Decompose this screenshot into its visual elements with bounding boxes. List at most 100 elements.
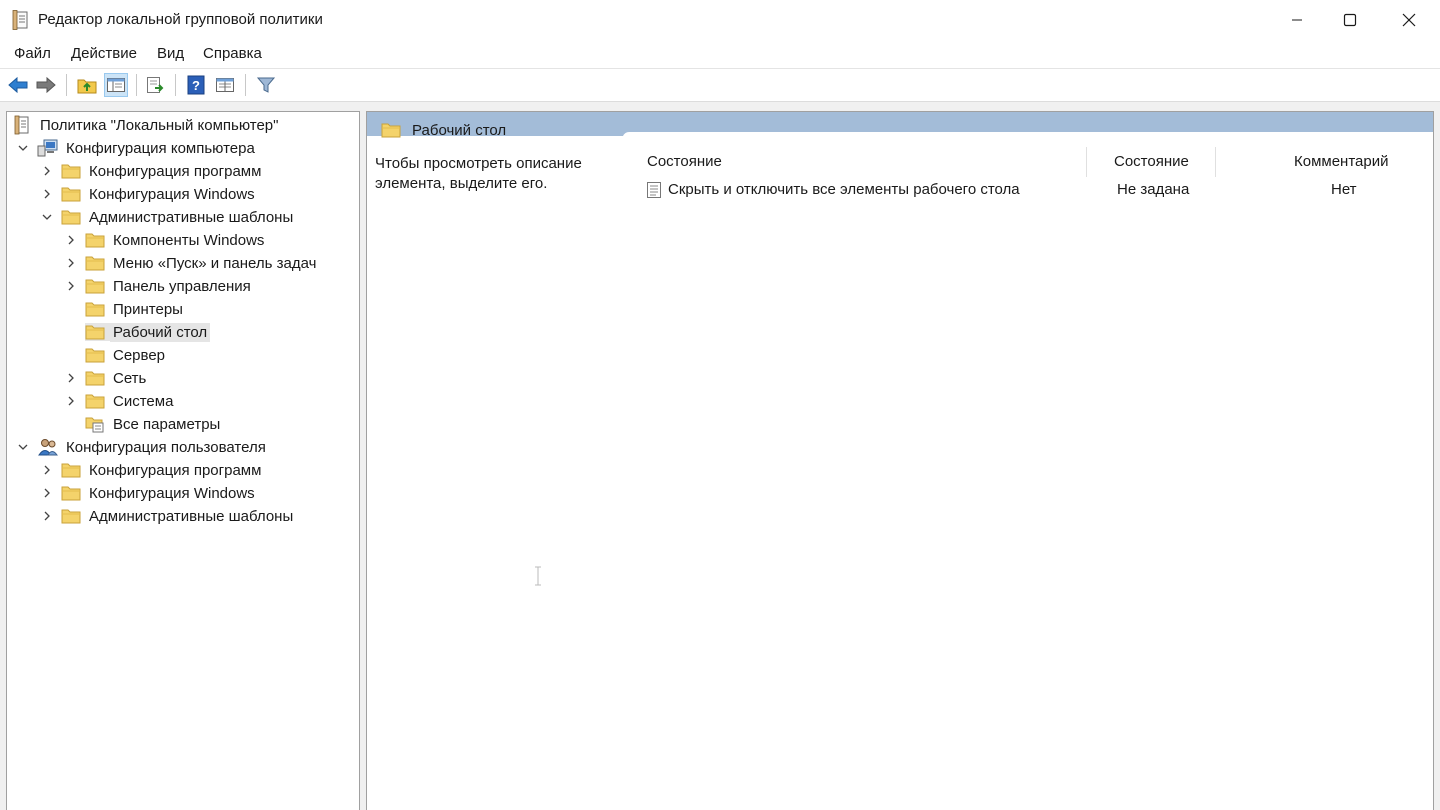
tree-label: Система	[113, 392, 174, 410]
column-header-setting[interactable]: Состояние	[647, 153, 722, 170]
tree-item-computer-windows[interactable]: Конфигурация Windows	[37, 183, 258, 205]
close-icon	[1402, 13, 1416, 27]
tree-label: Рабочий стол	[110, 322, 211, 342]
setting-name: Скрыть и отключить все элементы рабочего…	[668, 181, 1020, 198]
folder-icon	[61, 486, 81, 501]
tree-item-user-config[interactable]: Конфигурация пользователя	[13, 436, 269, 458]
tree-label: Все параметры	[113, 415, 221, 433]
help-button[interactable]: ?	[184, 73, 208, 97]
title-bar: Редактор локальной групповой политики	[0, 0, 1440, 40]
tree-label: Конфигурация программ	[89, 461, 262, 479]
policy-document-icon	[14, 115, 29, 135]
folder-icon	[85, 348, 105, 363]
tree-item-root[interactable]: Политика "Локальный компьютер"	[13, 114, 281, 136]
tree-item-start-menu-taskbar[interactable]: Меню «Пуск» и панель задач	[61, 252, 319, 274]
back-button[interactable]	[6, 73, 30, 97]
tree-label: Административные шаблоны	[89, 507, 294, 525]
forward-icon	[36, 76, 56, 94]
minimize-icon	[1292, 19, 1302, 21]
tree-item-user-admin-templates[interactable]: Административные шаблоны	[37, 505, 296, 527]
menu-action[interactable]: Действие	[71, 45, 137, 62]
all-settings-icon	[85, 417, 104, 433]
svg-text:?: ?	[192, 78, 200, 93]
maximize-button[interactable]	[1321, 0, 1379, 40]
tree-label: Административные шаблоны	[89, 208, 294, 226]
toolbar: ?	[0, 69, 1440, 102]
minimize-button[interactable]	[1268, 0, 1326, 40]
menu-help[interactable]: Справка	[203, 45, 262, 62]
chevron-right-icon[interactable]	[41, 464, 53, 476]
chevron-right-icon[interactable]	[65, 395, 77, 407]
computer-icon	[37, 139, 58, 157]
menu-view[interactable]: Вид	[157, 45, 184, 62]
up-folder-button[interactable]	[75, 73, 99, 97]
folder-icon	[381, 123, 401, 138]
filter-button[interactable]	[254, 73, 278, 97]
tree-label: Компоненты Windows	[113, 231, 265, 249]
tree-item-computer-software[interactable]: Конфигурация программ	[37, 160, 264, 182]
tree-item-computer-config[interactable]: Конфигурация компьютера	[13, 137, 258, 159]
properties-icon	[216, 78, 234, 92]
chevron-right-icon[interactable]	[41, 510, 53, 522]
tree-item-server[interactable]: Сервер	[61, 344, 168, 366]
tree-label: Политика "Локальный компьютер"	[40, 116, 279, 134]
tree-label: Панель управления	[113, 277, 251, 295]
tree-label: Меню «Пуск» и панель задач	[113, 254, 317, 272]
chevron-right-icon[interactable]	[65, 372, 77, 384]
section-title: Рабочий стол	[412, 122, 507, 139]
tree-item-user-windows[interactable]: Конфигурация Windows	[37, 482, 258, 504]
folder-icon	[61, 164, 81, 179]
section-header-bar	[367, 112, 1433, 136]
properties-button[interactable]	[213, 73, 237, 97]
chevron-right-icon[interactable]	[41, 487, 53, 499]
tree-item-network[interactable]: Сеть	[61, 367, 149, 389]
folder-icon	[85, 323, 110, 341]
export-list-button[interactable]	[143, 73, 167, 97]
tree-pane: Политика "Локальный компьютер" Конфигура…	[6, 111, 360, 810]
policy-setting-icon	[647, 182, 661, 198]
tree-item-system[interactable]: Система	[61, 390, 176, 412]
tree-item-computer-admin-templates[interactable]: Административные шаблоны	[37, 206, 296, 228]
users-icon	[38, 439, 58, 456]
tree-item-windows-components[interactable]: Компоненты Windows	[61, 229, 267, 251]
show-hide-tree-button[interactable]	[104, 73, 128, 97]
tree-label: Конфигурация пользователя	[66, 438, 266, 456]
chevron-down-icon[interactable]	[17, 441, 29, 453]
tree-label: Сеть	[113, 369, 147, 387]
menu-file[interactable]: Файл	[14, 45, 51, 62]
chevron-right-icon[interactable]	[65, 257, 77, 269]
menu-bar: Файл Действие Вид Справка	[0, 40, 1440, 69]
folder-icon	[85, 371, 105, 386]
tree-label: Конфигурация Windows	[89, 185, 255, 203]
folder-icon	[85, 256, 105, 271]
chevron-down-icon[interactable]	[41, 211, 53, 223]
tree-item-user-software[interactable]: Конфигурация программ	[37, 459, 264, 481]
setting-state: Не задана	[1117, 181, 1190, 198]
tree-label: Конфигурация программ	[89, 162, 262, 180]
tree-label: Конфигурация Windows	[89, 484, 255, 502]
tree-label: Принтеры	[113, 300, 183, 318]
filter-icon	[256, 77, 276, 93]
folder-icon	[85, 233, 105, 248]
tree-item-all-settings[interactable]: Все параметры	[61, 413, 223, 435]
export-list-icon	[147, 77, 164, 93]
chevron-right-icon[interactable]	[41, 188, 53, 200]
window-title: Редактор локальной групповой политики	[38, 11, 323, 28]
chevron-right-icon[interactable]	[65, 234, 77, 246]
text-cursor-icon	[535, 566, 541, 586]
folder-icon	[61, 463, 81, 478]
back-icon	[8, 76, 28, 94]
column-header-state[interactable]: Состояние	[1114, 153, 1189, 170]
tree-item-desktop[interactable]: Рабочий стол	[61, 321, 211, 343]
tree-item-control-panel[interactable]: Панель управления	[61, 275, 254, 297]
chevron-right-icon[interactable]	[65, 280, 77, 292]
close-button[interactable]	[1380, 0, 1438, 40]
column-header-comment[interactable]: Комментарий	[1294, 153, 1388, 170]
setting-comment: Нет	[1331, 181, 1357, 198]
forward-button[interactable]	[34, 73, 58, 97]
help-icon: ?	[187, 75, 205, 95]
up-folder-icon	[77, 79, 97, 94]
chevron-down-icon[interactable]	[17, 142, 29, 154]
tree-item-printers[interactable]: Принтеры	[61, 298, 186, 320]
chevron-right-icon[interactable]	[41, 165, 53, 177]
